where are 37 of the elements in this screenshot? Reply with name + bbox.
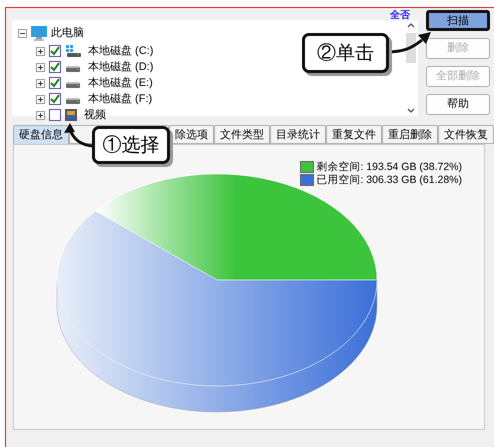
- system-drive-icon: [65, 45, 81, 57]
- expand-icon[interactable]: [36, 46, 45, 56]
- action-button[interactable]: 扫描: [426, 10, 490, 31]
- tab[interactable]: 重复文件: [326, 125, 382, 144]
- select-none-link[interactable]: 全否: [390, 8, 410, 23]
- expand-icon[interactable]: [36, 110, 45, 120]
- checkbox[interactable]: [49, 61, 61, 73]
- monitor-icon: [30, 26, 48, 41]
- tab[interactable]: 除选项: [169, 125, 214, 144]
- collapse-icon[interactable]: [18, 29, 27, 38]
- callout-text: ①选择: [102, 132, 160, 158]
- scroll-up-icon[interactable]: [407, 23, 415, 28]
- legend-label: 剩余空间: 193.54 GB (38.72%): [316, 161, 462, 173]
- callout-text: ②单击: [317, 40, 374, 66]
- tab[interactable]: 硬盘信息: [13, 125, 69, 144]
- tree-item[interactable]: 本地磁盘 (D:): [88, 58, 154, 76]
- expand-icon[interactable]: [36, 78, 45, 88]
- tab[interactable]: 目录统计: [270, 125, 326, 144]
- tab[interactable]: 重启删除: [382, 125, 438, 144]
- tree-item[interactable]: 视频: [84, 106, 106, 124]
- film-icon: [65, 109, 77, 121]
- scroll-down-icon[interactable]: [407, 108, 415, 113]
- checkbox[interactable]: [49, 93, 61, 105]
- tree-item[interactable]: 本地磁盘 (E:): [88, 74, 153, 92]
- tree-item[interactable]: 此电脑: [51, 24, 84, 43]
- expand-icon[interactable]: [36, 94, 45, 104]
- expand-icon[interactable]: [36, 62, 45, 72]
- scroll-thumb[interactable]: [406, 33, 416, 63]
- checkbox[interactable]: [49, 77, 61, 89]
- checkbox[interactable]: [49, 45, 61, 57]
- tree-item[interactable]: 本地磁盘 (C:): [88, 42, 154, 60]
- tab[interactable]: 文件类型: [214, 125, 270, 144]
- checkbox[interactable]: [49, 109, 61, 121]
- tab[interactable]: 文件恢复: [438, 125, 494, 144]
- action-button[interactable]: 帮助: [426, 94, 490, 115]
- tree-item[interactable]: 本地磁盘 (F:): [88, 90, 152, 108]
- legend-label: 已用空间: 306.33 GB (61.28%): [316, 174, 462, 186]
